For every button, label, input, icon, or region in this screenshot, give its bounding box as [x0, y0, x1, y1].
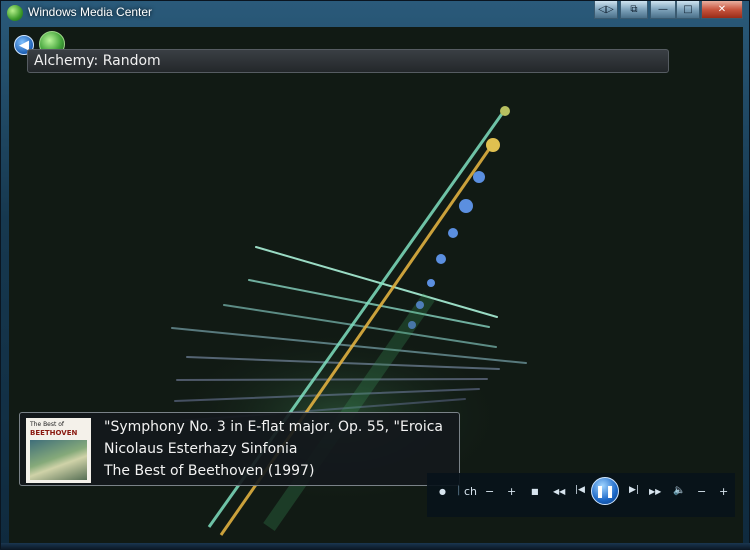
track-title: "Symphony No. 3 in E-flat major, Op. 55,… — [104, 419, 443, 435]
pause-icon: ❚❚ — [594, 484, 616, 498]
media-center-icon — [7, 5, 23, 21]
window-title: Windows Media Center — [28, 5, 153, 19]
now-playing-panel[interactable]: The Best of BEETHOVEN "Symphony No. 3 in… — [19, 412, 460, 486]
album-cover: The Best of BEETHOVEN — [26, 418, 91, 483]
restore-icon: ⧉ — [630, 4, 638, 15]
rewind-button[interactable]: ◀◀ — [553, 487, 565, 496]
album-cover-title: BEETHOVEN — [30, 429, 78, 437]
next-track-button[interactable]: ▶| — [629, 485, 639, 495]
status-dot-icon: ● — [439, 487, 446, 496]
page-title: Alchemy: Random — [34, 53, 161, 69]
play-pause-button[interactable]: ❚❚ — [591, 477, 619, 505]
maximize-button[interactable]: □ — [676, 1, 700, 19]
previous-track-button[interactable]: |◀ — [575, 485, 585, 495]
media-center-window: Windows Media Center ◁▷ ⧉ — □ ✕ ◀ Alchem… — [0, 0, 750, 550]
transport-controls: ● | ch − + ■ ◀◀ |◀ ❚❚ ▶| ▶▶ 🔈 − + — [427, 473, 735, 517]
page-title-bar: Alchemy: Random — [27, 49, 669, 73]
volume-up-button[interactable]: + — [719, 485, 728, 498]
album-cover-art — [30, 440, 87, 480]
channel-label: ch — [464, 485, 478, 498]
artist-name: Nicolaus Esterhazy Sinfonia — [104, 441, 298, 457]
album-cover-label: The Best of — [30, 421, 65, 428]
channel-up-button[interactable]: + — [507, 485, 516, 498]
channel-down-button[interactable]: − — [485, 485, 494, 498]
minimize-icon: — — [658, 4, 668, 15]
close-button[interactable]: ✕ — [701, 1, 743, 19]
fast-forward-button[interactable]: ▶▶ — [649, 487, 661, 496]
volume-down-button[interactable]: − — [697, 485, 706, 498]
maximize-icon: □ — [683, 4, 693, 15]
stop-button[interactable]: ■ — [531, 487, 539, 496]
minimize-button[interactable]: — — [650, 1, 676, 19]
toggle-button[interactable]: ◁▷ — [594, 1, 618, 19]
close-icon: ✕ — [717, 4, 727, 15]
toggle-icon: ◁▷ — [598, 4, 614, 15]
titlebar[interactable]: Windows Media Center ◁▷ ⧉ — □ ✕ — [1, 1, 750, 25]
album-name: The Best of Beethoven (1997) — [104, 463, 315, 479]
restore-down-button[interactable]: ⧉ — [620, 1, 648, 19]
volume-mute-button[interactable]: 🔈 — [673, 485, 685, 496]
